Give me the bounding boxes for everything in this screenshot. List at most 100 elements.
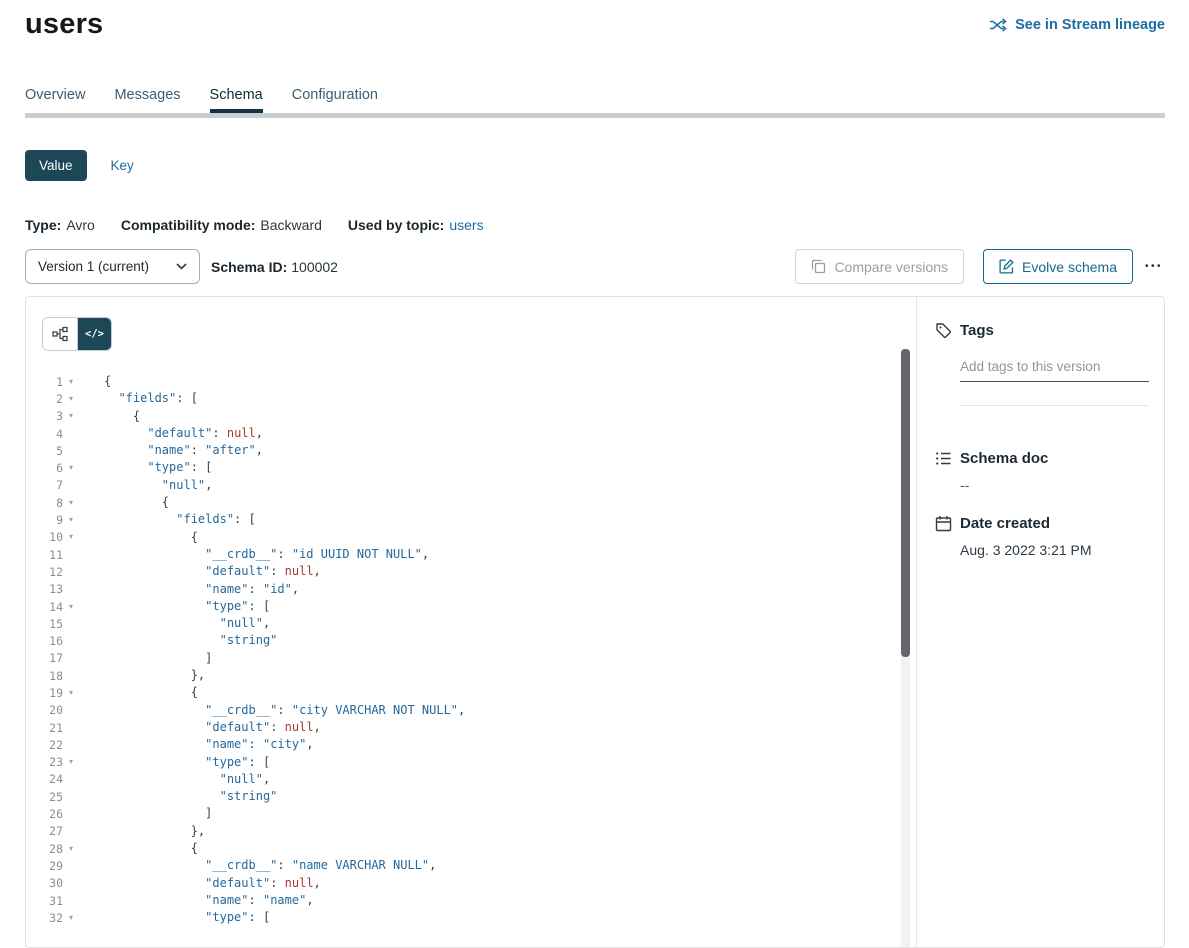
line-number: 5 (26, 444, 63, 458)
tabs-scrollbar[interactable] (25, 113, 1165, 118)
schema-id-value: 100002 (291, 259, 338, 275)
code-line: 24 "null", (26, 771, 916, 788)
fold-arrow-icon[interactable]: ▾ (63, 914, 79, 922)
code-line: 5 "name": "after", (26, 442, 916, 459)
tab-schema[interactable]: Schema (210, 87, 263, 113)
fold-arrow-icon[interactable]: ▾ (63, 464, 79, 472)
code-line: 1▾{ (26, 373, 916, 390)
tree-view-button[interactable] (43, 318, 77, 350)
line-number: 3 (26, 409, 63, 423)
code-text: "type": [ (79, 754, 270, 771)
code-view-button[interactable]: </> (77, 318, 111, 350)
page-title: users (25, 8, 103, 41)
tag-icon (935, 322, 952, 339)
code-line: 10▾ { (26, 529, 916, 546)
compare-versions-button[interactable]: Compare versions (795, 249, 964, 284)
schema-meta: Type:Avro Compatibility mode:Backward Us… (25, 217, 1165, 233)
copy-icon (811, 259, 826, 274)
line-number: 25 (26, 790, 63, 804)
code-line: 11 "__crdb__": "id UUID NOT NULL", (26, 546, 916, 563)
value-tab-button[interactable]: Value (25, 150, 87, 181)
fold-arrow-icon[interactable]: ▾ (63, 533, 79, 541)
tags-input[interactable] (960, 357, 1149, 382)
code-text: "__crdb__": "id UUID NOT NULL", (79, 546, 429, 563)
code-line: 22 "name": "city", (26, 736, 916, 753)
line-number: 11 (26, 548, 63, 562)
code-text: ] (79, 805, 212, 822)
line-number: 17 (26, 651, 63, 665)
schema-id-label: Schema ID: (211, 259, 287, 275)
code-line: 3▾ { (26, 408, 916, 425)
code-section: </> 1▾{2▾ "fields": [3▾ {4 "default": nu… (26, 297, 916, 947)
code-line: 26 ] (26, 805, 916, 822)
code-text: "type": [ (79, 598, 270, 615)
fold-arrow-icon[interactable]: ▾ (63, 499, 79, 507)
code-line: 15 "null", (26, 615, 916, 632)
code-scrollbar-thumb[interactable] (901, 349, 910, 657)
code-text: "null", (79, 477, 212, 494)
evolve-schema-button[interactable]: Evolve schema (983, 249, 1133, 284)
line-number: 6 (26, 461, 63, 475)
code-line: 30 "default": null, (26, 875, 916, 892)
stream-lineage-icon (989, 18, 1007, 32)
code-text: "default": null, (79, 875, 321, 892)
code-line: 6▾ "type": [ (26, 459, 916, 476)
code-text: }, (79, 823, 205, 840)
fold-arrow-icon[interactable]: ▾ (63, 516, 79, 524)
code-text: "__crdb__": "name VARCHAR NULL", (79, 857, 436, 874)
line-number: 23 (26, 755, 63, 769)
line-number: 7 (26, 478, 63, 492)
view-toggle: </> (42, 317, 112, 351)
stream-lineage-link[interactable]: See in Stream lineage (989, 17, 1165, 33)
code-text: { (79, 408, 140, 425)
more-options-button[interactable]: ••• (1143, 255, 1165, 278)
tab-overview[interactable]: Overview (25, 87, 85, 113)
code-line: 17 ] (26, 650, 916, 667)
code-scrollbar[interactable] (901, 349, 910, 947)
fold-arrow-icon[interactable]: ▾ (63, 689, 79, 697)
code-line: 18 }, (26, 667, 916, 684)
type-label: Type: (25, 217, 61, 233)
code-text: "null", (79, 771, 270, 788)
line-number: 26 (26, 807, 63, 821)
code-line: 19▾ { (26, 684, 916, 701)
code-text: { (79, 529, 198, 546)
code-line: 20 "__crdb__": "city VARCHAR NOT NULL", (26, 702, 916, 719)
tab-configuration[interactable]: Configuration (292, 87, 378, 113)
code-text: "name": "name", (79, 892, 314, 909)
code-line: 7 "null", (26, 477, 916, 494)
line-number: 27 (26, 824, 63, 838)
fold-arrow-icon[interactable]: ▾ (63, 758, 79, 766)
line-number: 9 (26, 513, 63, 527)
line-number: 32 (26, 911, 63, 925)
code-text: "fields": [ (79, 511, 256, 528)
code-line: 14▾ "type": [ (26, 598, 916, 615)
code-text: "string" (79, 632, 277, 649)
fold-arrow-icon[interactable]: ▾ (63, 845, 79, 853)
line-number: 12 (26, 565, 63, 579)
compatibility-label: Compatibility mode: (121, 217, 256, 233)
tags-title: Tags (960, 322, 994, 339)
code-text: { (79, 494, 169, 511)
key-tab-button[interactable]: Key (111, 158, 134, 173)
chevron-down-icon (176, 263, 187, 270)
code-text: "__crdb__": "city VARCHAR NOT NULL", (79, 702, 465, 719)
date-created-value: Aug. 3 2022 3:21 PM (960, 542, 1149, 558)
meta-topic: Used by topic:users (348, 217, 484, 233)
tabs: Overview Messages Schema Configuration (25, 87, 1165, 113)
fold-arrow-icon[interactable]: ▾ (63, 603, 79, 611)
version-select[interactable]: Version 1 (current) (25, 249, 200, 284)
tab-messages[interactable]: Messages (114, 87, 180, 113)
topic-link[interactable]: users (449, 217, 483, 233)
line-number: 20 (26, 703, 63, 717)
code-text: "string" (79, 788, 277, 805)
code-line: 13 "name": "id", (26, 581, 916, 598)
fold-arrow-icon[interactable]: ▾ (63, 412, 79, 420)
line-number: 18 (26, 669, 63, 683)
fold-arrow-icon[interactable]: ▾ (63, 378, 79, 386)
schema-doc-value: -- (960, 477, 1149, 493)
divider (960, 405, 1149, 406)
code-text: "default": null, (79, 425, 263, 442)
code-text: "name": "city", (79, 736, 314, 753)
fold-arrow-icon[interactable]: ▾ (63, 395, 79, 403)
